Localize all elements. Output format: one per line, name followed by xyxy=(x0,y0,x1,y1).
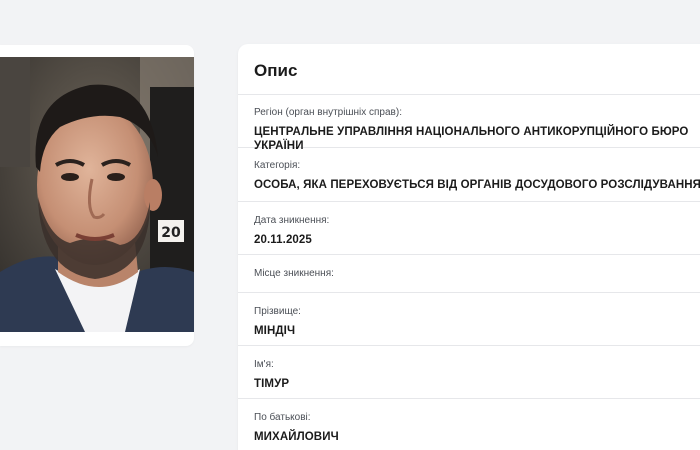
field-label: Категорія: xyxy=(254,160,301,171)
field-label: Прізвище: xyxy=(254,306,301,317)
field-surname: Прізвище: МІНДІЧ xyxy=(238,293,700,346)
field-value: 20.11.2025 xyxy=(254,234,312,246)
field-category: Категорія: ОСОБА, ЯКА ПЕРЕХОВУЄТЬСЯ ВІД … xyxy=(238,148,700,202)
page: 20 Опис Регіон (орган внутрішніх справ):… xyxy=(0,0,700,450)
field-label: Регіон (орган внутрішніх справ): xyxy=(254,107,402,118)
field-value: ТІМУР xyxy=(254,378,290,390)
badge-number: 20 xyxy=(161,225,181,241)
photo-card: 20 xyxy=(0,45,194,346)
field-value xyxy=(254,280,700,286)
field-patronymic: По батькові: МИХАЙЛОВИЧ xyxy=(238,399,700,450)
field-label: Місце зникнення: xyxy=(254,268,334,279)
field-value: ОСОБА, ЯКА ПЕРЕХОВУЄТЬСЯ ВІД ОРГАНІВ ДОС… xyxy=(254,179,700,191)
field-region: Регіон (орган внутрішніх справ): ЦЕНТРАЛ… xyxy=(238,95,700,152)
field-label: По батькові: xyxy=(254,412,311,423)
field-disappearance-place: Місце зникнення: xyxy=(238,255,700,293)
person-photo-image: 20 xyxy=(0,57,194,332)
field-value: МІНДІЧ xyxy=(254,325,296,337)
description-panel: Опис Регіон (орган внутрішніх справ): ЦЕ… xyxy=(238,44,700,450)
panel-title: Опис xyxy=(238,44,700,95)
field-label: Дата зникнення: xyxy=(254,215,330,226)
person-photo[interactable]: 20 xyxy=(0,57,194,332)
field-label: Ім'я: xyxy=(254,359,274,370)
field-value: МИХАЙЛОВИЧ xyxy=(254,431,339,443)
field-disappearance-date: Дата зникнення: 20.11.2025 xyxy=(238,202,700,255)
field-first-name: Ім'я: ТІМУР xyxy=(238,346,700,399)
